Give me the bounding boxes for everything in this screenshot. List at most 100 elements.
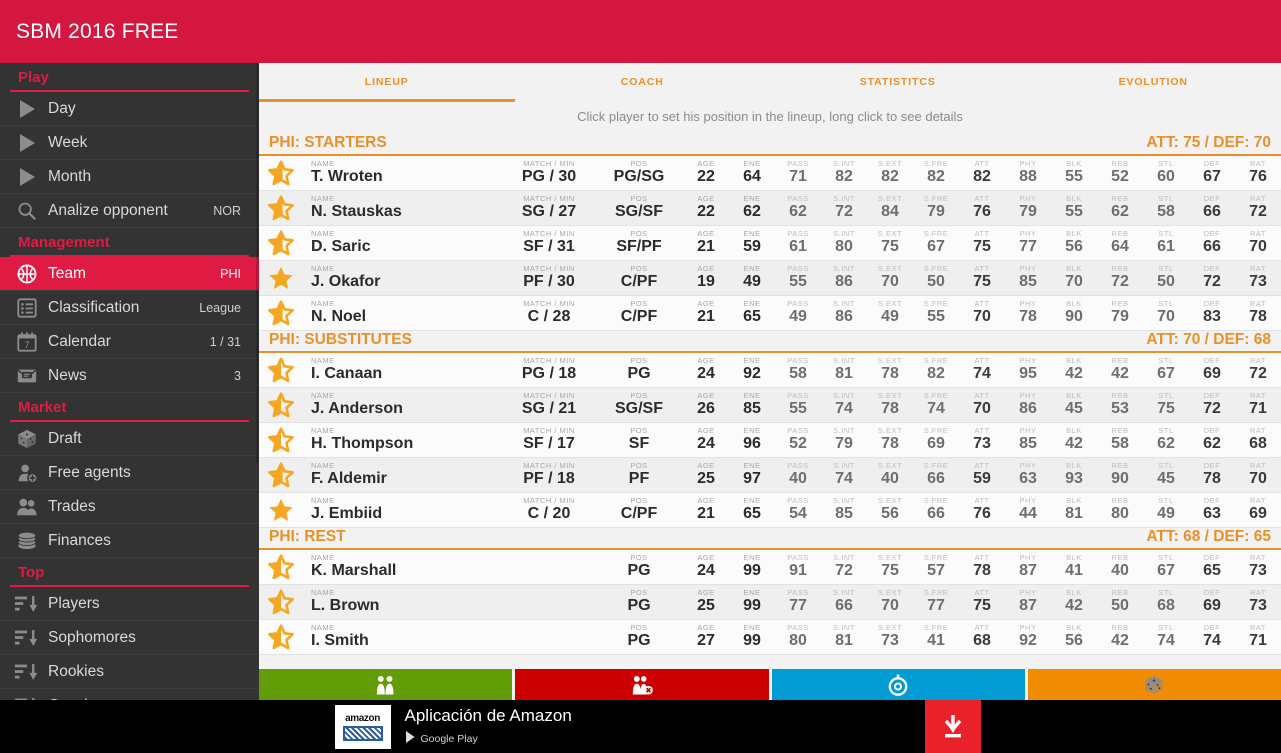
player-match-min-cell-empty	[503, 585, 595, 620]
amazon-logo-text: amazon	[345, 712, 380, 724]
navigation-sidebar[interactable]: Play Day Week Month Analize opponent NOR Manag…	[0, 63, 259, 753]
sidebar-item-week[interactable]: Week	[0, 126, 259, 160]
sidebar-item-finances[interactable]: Finances	[0, 524, 259, 558]
col-label-sext: S.EXT	[877, 355, 903, 365]
tab-lineup[interactable]: LINEUP	[259, 63, 515, 102]
player-stat-value: 66	[1203, 202, 1221, 220]
player-star[interactable]	[259, 353, 303, 388]
player-match-min: SG / 21	[521, 399, 577, 417]
player-age: 21	[697, 237, 715, 255]
player-name-cell: NAME J. Embiid	[303, 493, 503, 528]
sidebar-item-trades[interactable]: Trades	[0, 490, 259, 524]
player-star[interactable]	[259, 620, 303, 655]
player-stat-sint-cell: S.INT 80	[821, 226, 867, 261]
tab-bar[interactable]: LINEUP COACH STATISTITCS EVOLUTION	[259, 63, 1281, 102]
player-stat-value: 81	[835, 631, 853, 649]
ad-store-label: Google Play	[420, 732, 478, 745]
tab-coach[interactable]: COACH	[515, 63, 771, 96]
player-star[interactable]	[259, 156, 303, 191]
table-row[interactable]: NAME H. Thompson MATCH / MIN SF / 17 POS SF AG…	[259, 423, 1281, 458]
ad-download-button[interactable]	[924, 700, 981, 753]
player-stat-blk-cell: BLK 70	[1051, 261, 1097, 296]
player-stat-def-cell: DEF 78	[1189, 458, 1235, 493]
sidebar-item-classification[interactable]: Classification League	[0, 291, 259, 325]
player-stat-reb-cell: REB 53	[1097, 388, 1143, 423]
col-label-sint: S.INT	[833, 552, 855, 562]
sidebar-item-month[interactable]: Month	[0, 160, 259, 194]
player-star[interactable]	[259, 423, 303, 458]
player-stat-value: 50	[1157, 272, 1175, 290]
player-stat-phy-cell: PHY 79	[1005, 191, 1051, 226]
sidebar-item-label: Free agents	[48, 463, 131, 481]
player-star[interactable]	[259, 261, 303, 296]
player-stat-value: 82	[927, 364, 945, 382]
col-label-name: NAME	[311, 587, 335, 597]
player-age-cell: AGE 24	[683, 423, 729, 458]
sidebar-item-day[interactable]: Day	[0, 92, 259, 126]
action-button-players-remove[interactable]	[515, 669, 769, 700]
player-stat-value: 75	[973, 237, 991, 255]
player-star[interactable]	[259, 296, 303, 331]
player-star[interactable]	[259, 388, 303, 423]
sidebar-item-rookies[interactable]: Rookies	[0, 655, 259, 689]
action-button-players[interactable]	[259, 669, 513, 700]
roster-list[interactable]: PHI: STARTERS ATT: 75 / DEF: 70 NAME T. Wro…	[259, 134, 1281, 655]
action-button-bar[interactable]	[259, 669, 1281, 700]
player-stat-value: 70	[1249, 469, 1267, 487]
col-label-att: ATT	[974, 425, 990, 435]
player-star[interactable]	[259, 191, 303, 226]
player-star[interactable]	[259, 458, 303, 493]
basketball-icon	[17, 264, 37, 283]
col-label-sext: S.EXT	[877, 193, 903, 203]
table-row[interactable]: NAME J. Embiid MATCH / MIN C / 20 POS C/PF AGE…	[259, 493, 1281, 528]
table-row[interactable]: NAME L. Brown POS PG AGE 25 ENE 99 PASS 77 S.INT 66…	[259, 585, 1281, 620]
sidebar-item-draft[interactable]: Draft	[0, 422, 259, 456]
table-row[interactable]: NAME J. Anderson MATCH / MIN SG / 21 POS SG/S…	[259, 388, 1281, 423]
col-label-reb: REB	[1111, 228, 1129, 238]
action-button-whistle[interactable]	[771, 669, 1025, 700]
col-label-sext: S.EXT	[877, 552, 903, 562]
player-stat-sext-cell: S.EXT 82	[867, 156, 913, 191]
player-stat-sext-cell: S.EXT 78	[867, 423, 913, 458]
table-row[interactable]: NAME I. Canaan MATCH / MIN PG / 18 POS PG AGE 2…	[259, 353, 1281, 388]
player-stat-pass-cell: PASS 54	[775, 493, 821, 528]
player-star[interactable]	[259, 226, 303, 261]
player-star[interactable]	[259, 585, 303, 620]
sidebar-section-title: Management	[18, 234, 110, 251]
player-stat-value: 78	[881, 434, 899, 452]
sidebar-item-calendar[interactable]: 7 Calendar 1 / 31	[0, 325, 259, 359]
col-label-sfre: S.FRE	[923, 587, 949, 597]
col-label-match-min: MATCH / MIN	[523, 263, 575, 273]
player-pos: C/PF	[620, 504, 658, 522]
sidebar-item-team[interactable]: Team PHI	[0, 257, 259, 291]
sidebar-item-free-agents[interactable]: Free agents	[0, 456, 259, 490]
table-row[interactable]: NAME F. Aldemir MATCH / MIN PF / 18 POS PF AGE…	[259, 458, 1281, 493]
sidebar-item-sophomores[interactable]: Sophomores	[0, 621, 259, 655]
player-stat-value: 75	[881, 561, 899, 579]
player-star[interactable]	[259, 493, 303, 528]
tab-evolution[interactable]: EVOLUTION	[1026, 63, 1281, 96]
table-row[interactable]: NAME N. Stauskas MATCH / MIN SG / 27 POS SG/S…	[259, 191, 1281, 226]
table-row[interactable]: NAME D. Saric MATCH / MIN SF / 31 POS SF/PF AG…	[259, 226, 1281, 261]
player-star[interactable]	[259, 550, 303, 585]
player-stat-value: 68	[1157, 596, 1175, 614]
sidebar-item-news[interactable]: News 3	[0, 359, 259, 393]
sidebar-item-label: Month	[48, 167, 92, 185]
sidebar-item-players[interactable]: Players	[0, 587, 259, 621]
player-stat-value: 79	[1019, 202, 1037, 220]
ad-banner[interactable]: amazon Aplicación de Amazon Google Play	[0, 700, 1281, 753]
player-stat-reb-cell: REB 40	[1097, 550, 1143, 585]
player-stat-blk-cell: BLK 45	[1051, 388, 1097, 423]
table-row[interactable]: NAME K. Marshall POS PG AGE 24 ENE 99 PASS 91 S.IN…	[259, 550, 1281, 585]
table-row[interactable]: NAME T. Wroten MATCH / MIN PG / 30 POS PG/SG A…	[259, 156, 1281, 191]
col-label-name: NAME	[311, 622, 335, 632]
table-row[interactable]: NAME I. Smith POS PG AGE 27 ENE 99 PASS 80 S.INT 81…	[259, 620, 1281, 655]
sidebar-item-analize-opponent[interactable]: Analize opponent NOR	[0, 194, 259, 228]
table-row[interactable]: NAME N. Noel MATCH / MIN C / 28 POS C/PF AGE 21…	[259, 296, 1281, 331]
col-label-pos: POS	[630, 390, 648, 400]
player-match-min: PG / 30	[521, 167, 577, 185]
ad-content[interactable]: amazon Aplicación de Amazon Google Play	[300, 700, 981, 753]
tab-statistitcs[interactable]: STATISTITCS	[770, 63, 1026, 96]
action-button-dice[interactable]	[1027, 669, 1281, 700]
table-row[interactable]: NAME J. Okafor MATCH / MIN PF / 30 POS C/PF AG…	[259, 261, 1281, 296]
